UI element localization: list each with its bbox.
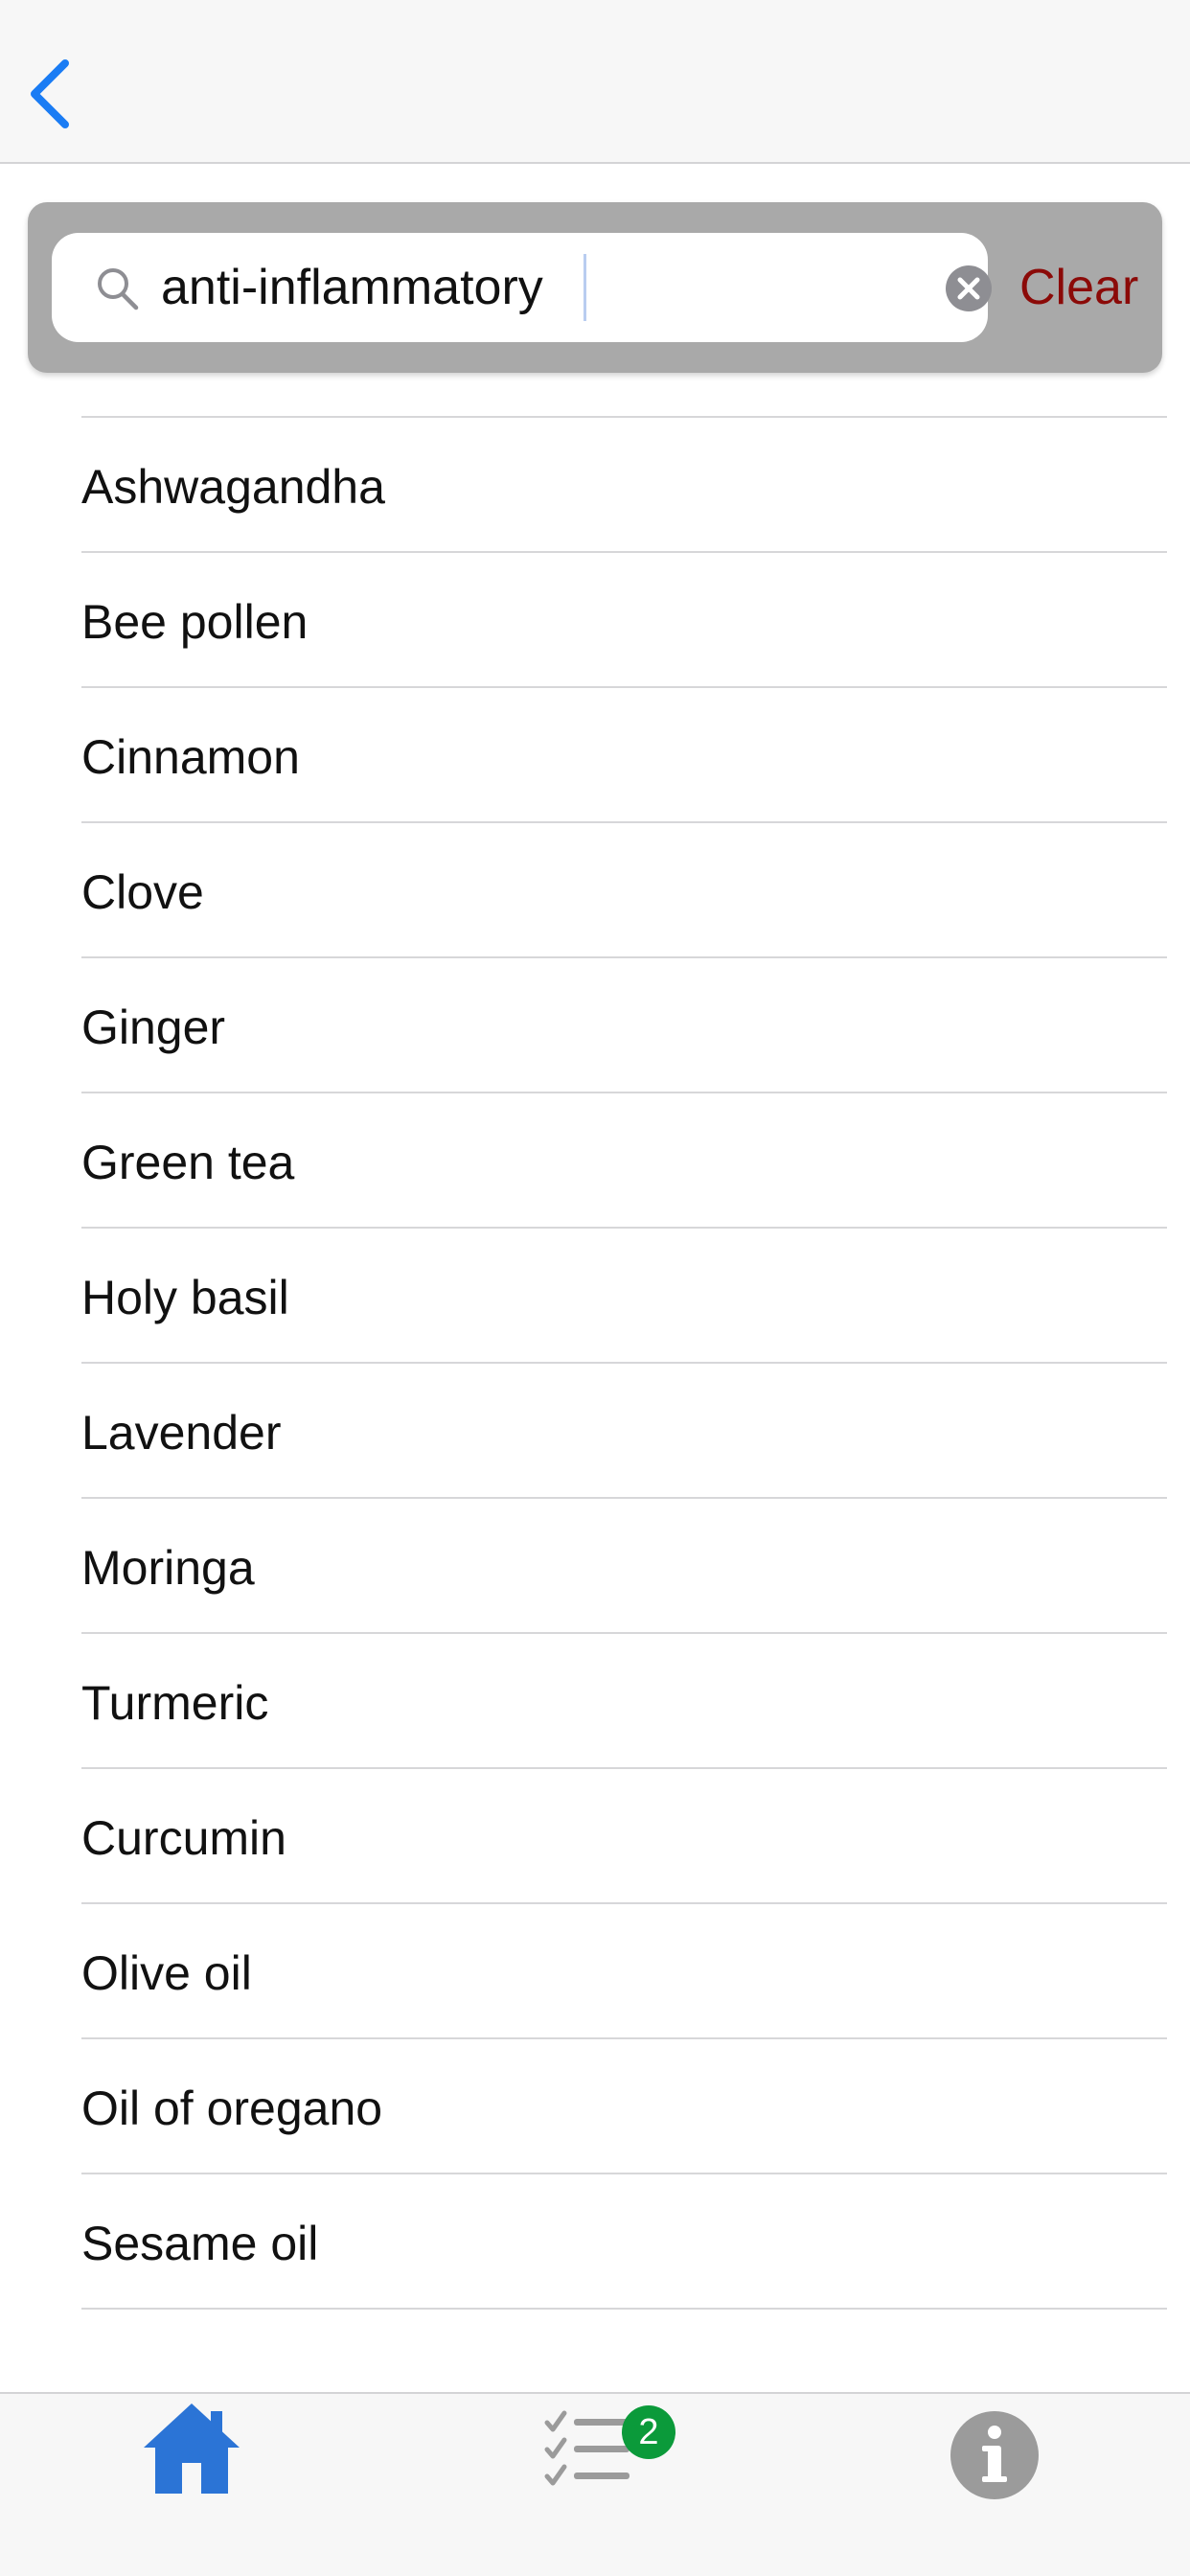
list-item[interactable]: Amla [81, 373, 1167, 418]
list-item-label: Green tea [81, 1136, 295, 1189]
list-item[interactable]: Sesame oil [81, 2174, 1167, 2310]
screen: Clear Amla Ashwagandha Bee pollen Cinnamon C… [0, 0, 1190, 2576]
results-list-inner: Amla Ashwagandha Bee pollen Cinnamon Clove Gi… [0, 373, 1190, 2310]
list-item[interactable]: Ginger [81, 958, 1167, 1093]
home-icon [144, 2404, 240, 2494]
search-icon [98, 268, 139, 310]
list-item[interactable]: Holy basil [81, 1229, 1167, 1364]
list-item[interactable]: Turmeric [81, 1634, 1167, 1769]
list-item-label: Curcumin [81, 1811, 286, 1865]
list-item[interactable]: Lavender [81, 1364, 1167, 1499]
list-item[interactable]: Olive oil [81, 1904, 1167, 2039]
search-input[interactable] [161, 233, 927, 342]
list-item-label: Bee pollen [81, 595, 309, 649]
back-button[interactable] [21, 56, 79, 132]
results-list[interactable]: Amla Ashwagandha Bee pollen Cinnamon Clove Gi… [0, 373, 1190, 2333]
tab-bar: 2 [0, 2392, 1190, 2576]
list-item[interactable]: Oil of oregano [81, 2039, 1167, 2174]
list-item-label: Lavender [81, 1406, 282, 1460]
list-item-label: Clove [81, 865, 204, 919]
clear-field-icon[interactable] [945, 264, 993, 312]
list-item-label: Cinnamon [81, 730, 300, 784]
list-item[interactable]: Clove [81, 823, 1167, 958]
chevron-left-icon [31, 59, 69, 128]
search-bar: Clear [28, 202, 1162, 373]
list-item[interactable]: Bee pollen [81, 553, 1167, 688]
checklist-icon [544, 2410, 629, 2486]
list-item[interactable]: Green tea [81, 1093, 1167, 1229]
list-item[interactable]: Curcumin [81, 1769, 1167, 1904]
list-item-label: Turmeric [81, 1676, 269, 1730]
list-item-label: Olive oil [81, 1946, 252, 2000]
list-item-label: Amla [81, 373, 191, 379]
tab-list[interactable]: 2 [541, 2394, 695, 2499]
text-cursor [584, 254, 586, 321]
tab-home[interactable] [134, 2394, 249, 2499]
list-item-label: Moringa [81, 1541, 255, 1595]
nav-bar [0, 0, 1190, 164]
list-item-label: Holy basil [81, 1271, 289, 1324]
list-item[interactable]: Ashwagandha [81, 418, 1167, 553]
info-icon [950, 2411, 1039, 2499]
clear-button[interactable]: Clear [1019, 233, 1154, 342]
tab-list-badge: 2 [622, 2405, 675, 2459]
list-item-label: Sesame oil [81, 2217, 319, 2270]
list-item-label: Oil of oregano [81, 2082, 383, 2135]
list-item-label: Ashwagandha [81, 460, 385, 514]
list-item-label: Ginger [81, 1000, 226, 1054]
tab-info[interactable] [939, 2394, 1054, 2499]
search-field[interactable] [52, 233, 992, 342]
list-item[interactable]: Moringa [81, 1499, 1167, 1634]
list-item[interactable]: Cinnamon [81, 688, 1167, 823]
